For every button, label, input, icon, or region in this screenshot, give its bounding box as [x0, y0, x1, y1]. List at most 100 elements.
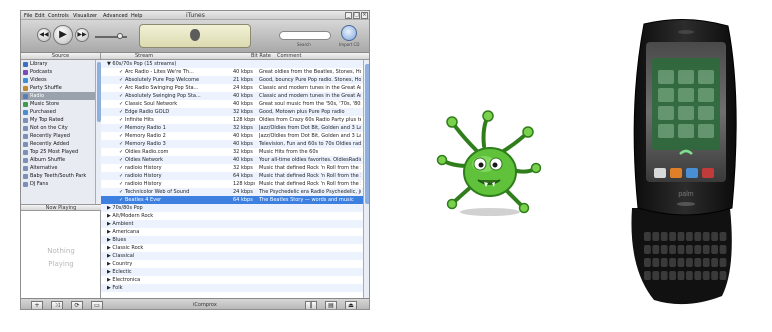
close-button[interactable]: × — [361, 12, 368, 19]
eject-button[interactable]: ⏏ — [345, 301, 357, 309]
source-item[interactable]: Music Store — [21, 100, 95, 108]
source-item[interactable]: DJ Fans — [21, 180, 95, 188]
source-item[interactable]: Library — [21, 60, 95, 68]
bug-shadow — [460, 208, 520, 216]
source-column-header[interactable]: Source — [21, 53, 101, 60]
previous-button[interactable]: ◀◀ — [37, 28, 51, 42]
table-row[interactable]: Memory Radio 1 ✓ 32 kbps Jazz/Oldies from D… — [101, 124, 363, 132]
table-row[interactable]: radioio History ✓ 128 kbps Music that defin… — [101, 180, 363, 188]
comment-cell: Great oldies from the Beatles, Stones, H… — [259, 69, 361, 75]
source-item[interactable]: Radio — [21, 92, 95, 100]
play-button[interactable]: ▶ — [53, 25, 73, 45]
column-stream[interactable]: Stream — [135, 53, 153, 60]
table-row[interactable]: Absolutely Swinging Pop Sta... ✓ 40 kbps Cl… — [101, 92, 363, 100]
source-item-label: Recently Added — [30, 141, 70, 147]
maximize-button[interactable]: □ — [353, 12, 360, 19]
table-row[interactable]: radioio History ✓ 32 kbps Music that define… — [101, 164, 363, 172]
stream-name: ▶ Country — [107, 261, 133, 267]
check-icon[interactable]: ✓ — [119, 108, 123, 116]
check-icon[interactable]: ✓ — [119, 100, 123, 108]
menu-edit[interactable]: Edit — [35, 13, 45, 19]
table-row[interactable]: Classic Soul Network ✓ 40 kbps Great soul m… — [101, 100, 363, 108]
genre-group-row[interactable]: ▶ Alt/Modern Rock — [101, 212, 363, 220]
stream-name: radioio History — [125, 165, 162, 171]
minimize-button[interactable]: _ — [345, 12, 352, 19]
menu-help[interactable]: Help — [131, 13, 142, 19]
table-row[interactable]: Oldies Network ✓ 40 kbps Your all-time oldi… — [101, 156, 363, 164]
table-row[interactable]: Arc Radio - Lites We're Th... ✓ 40 kbps Gre… — [101, 68, 363, 76]
source-item[interactable]: Purchased — [21, 108, 95, 116]
check-icon[interactable]: ✓ — [119, 132, 123, 140]
song-scroll-thumb[interactable] — [365, 64, 369, 204]
view-options-button[interactable]: ▤ — [325, 301, 337, 309]
menu-controls[interactable]: Controls — [48, 13, 69, 19]
check-icon[interactable]: ✓ — [119, 148, 123, 156]
column-bitrate[interactable]: Bit Rate — [251, 53, 271, 60]
table-row[interactable]: Oldies Radio.com ✓ 32 kbps Music Hits from … — [101, 148, 363, 156]
genre-group-row[interactable]: ▶ Blues — [101, 236, 363, 244]
genre-group-row[interactable]: ▶ Electronica — [101, 276, 363, 284]
column-comment[interactable]: Comment — [277, 53, 302, 60]
check-icon[interactable]: ✓ — [119, 172, 123, 180]
table-row[interactable]: Memory Radio 2 ✓ 40 kbps Jazz/Oldies from D… — [101, 132, 363, 140]
check-icon[interactable]: ✓ — [119, 196, 123, 204]
table-row[interactable]: Technicolor Web of Sound ✓ 24 kbps The Psyc… — [101, 188, 363, 196]
check-icon[interactable]: ✓ — [119, 164, 123, 172]
genre-group-row[interactable]: ▼ 60s/70s Pop (15 streams) — [101, 60, 363, 68]
table-row[interactable]: Edge Radio GOLD ✓ 32 kbps Good, Motown plus… — [101, 108, 363, 116]
source-item[interactable]: Podcasts — [21, 68, 95, 76]
artwork-button[interactable]: ▭ — [91, 301, 103, 309]
check-icon[interactable]: ✓ — [119, 124, 123, 132]
check-icon[interactable]: ✓ — [119, 84, 123, 92]
check-icon[interactable]: ✓ — [119, 156, 123, 164]
genre-group-row[interactable]: ▶ Classical — [101, 252, 363, 260]
source-item[interactable]: Party Shuffle — [21, 84, 95, 92]
source-item[interactable]: Videos — [21, 76, 95, 84]
menu-visualizer[interactable]: Visualizer — [73, 13, 97, 19]
genre-group-row[interactable]: ▶ Folk — [101, 284, 363, 292]
check-icon[interactable]: ✓ — [119, 180, 123, 188]
source-item[interactable]: Top 25 Most Played — [21, 148, 95, 156]
import-cd-button[interactable] — [341, 25, 357, 41]
add-playlist-button[interactable]: + — [31, 301, 43, 309]
shuffle-button[interactable]: ⤨ — [51, 301, 63, 309]
menu-file[interactable]: File — [24, 13, 32, 19]
search-input[interactable] — [279, 31, 331, 40]
comment-cell: Classic and modern tunes in the Great Am… — [259, 85, 361, 91]
check-icon[interactable]: ✓ — [119, 92, 123, 100]
keyboard-key — [677, 245, 685, 254]
source-item[interactable]: Not on the City — [21, 124, 95, 132]
source-item[interactable]: Album Shuffle — [21, 156, 95, 164]
table-row[interactable]: Memory Radio 3 ✓ 40 kbps Television, Fun an… — [101, 140, 363, 148]
source-item[interactable]: Baby Teeth/South Park — [21, 172, 95, 180]
menu-advanced[interactable]: Advanced — [103, 13, 128, 19]
check-icon[interactable]: ✓ — [119, 76, 123, 84]
table-row[interactable]: Arc Radio Swinging Pop Sta... ✓ 24 kbps Cla… — [101, 84, 363, 92]
genre-group-row[interactable]: ▶ Ambient — [101, 220, 363, 228]
table-row[interactable]: Absolutely Pure Pop Welcome ✓ 21 kbps Good,… — [101, 76, 363, 84]
genre-group-row[interactable]: ▶ 70s/80s Pop — [101, 204, 363, 212]
check-icon[interactable]: ✓ — [119, 188, 123, 196]
source-item[interactable]: Recently Added — [21, 140, 95, 148]
keyboard-key — [694, 258, 702, 267]
genre-group-row[interactable]: ▶ Country — [101, 260, 363, 268]
source-item[interactable]: Recently Played — [21, 132, 95, 140]
check-icon[interactable]: ✓ — [119, 116, 123, 124]
repeat-button[interactable]: ⟳ — [71, 301, 83, 309]
genre-group-row[interactable]: ▶ Classic Rock — [101, 244, 363, 252]
check-icon[interactable]: ✓ — [119, 68, 123, 76]
table-row[interactable]: radioio History ✓ 64 kbps Music that define… — [101, 172, 363, 180]
source-item[interactable]: Alternative — [21, 164, 95, 172]
genre-group-row[interactable]: ▶ Americana — [101, 228, 363, 236]
source-item[interactable]: My Top Rated — [21, 116, 95, 124]
genre-group-row[interactable]: ▶ Eclectic — [101, 268, 363, 276]
volume-knob[interactable] — [117, 33, 123, 39]
table-row[interactable]: Beatles 4 Ever ✓ 64 kbps The Beatles Story … — [101, 196, 363, 204]
table-row[interactable]: Infinite Hits ✓ 128 kbps Oldies from Crazy … — [101, 116, 363, 124]
next-button[interactable]: ▶▶ — [75, 28, 89, 42]
visual-eq-button[interactable]: ‖ — [305, 301, 317, 309]
keyboard-key — [711, 232, 718, 241]
song-list-scrollbar[interactable] — [363, 60, 369, 298]
bitrate-cell: 32 kbps — [233, 125, 253, 131]
check-icon[interactable]: ✓ — [119, 140, 123, 148]
